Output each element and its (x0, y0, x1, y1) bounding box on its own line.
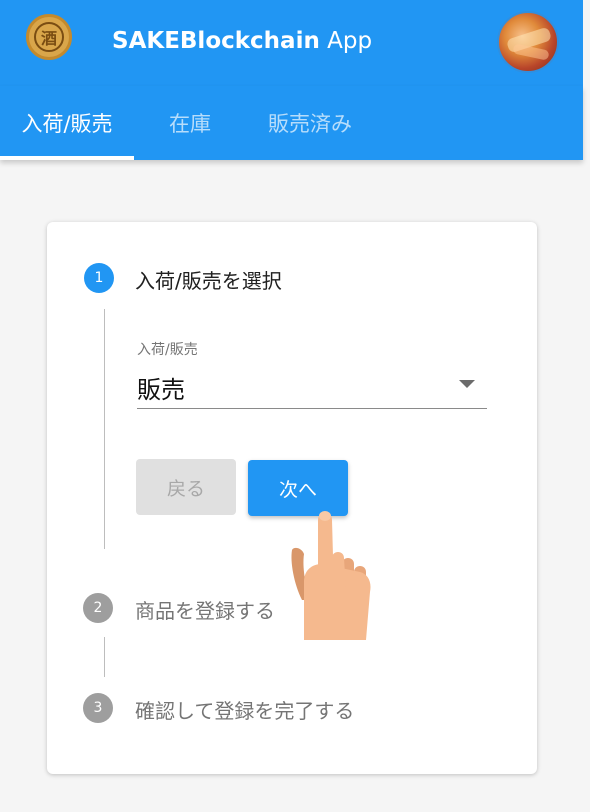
tab-sold[interactable]: 販売済み (250, 86, 370, 160)
arrival-sales-select[interactable]: 販売 (137, 364, 487, 409)
step-connector (104, 309, 105, 549)
app-logo[interactable]: 酒 (26, 14, 72, 60)
back-button-label: 戻る (166, 477, 205, 500)
pointing-hand-icon (291, 511, 371, 640)
step-number: 3 (93, 700, 103, 716)
active-tab-indicator (0, 156, 134, 160)
tab-label: 在庫 (169, 112, 211, 136)
app-title-rest: App (319, 28, 373, 54)
logo-glyph: 酒 (40, 29, 57, 48)
tab-bar: 入荷/販売 在庫 販売済み (0, 86, 583, 160)
step-1-indicator: 1 (84, 263, 114, 293)
step-connector (104, 637, 105, 677)
step-3-title: 確認して登録を完了する (135, 699, 355, 723)
app-title-bold: SAKEBlockchain (112, 28, 320, 54)
tab-label: 入荷/販売 (21, 112, 113, 136)
select-value: 販売 (137, 376, 185, 404)
step-3-indicator: 3 (83, 693, 113, 723)
tab-inventory[interactable]: 在庫 (150, 86, 230, 160)
app-bar: 酒 SAKEBlockchain App (0, 0, 583, 86)
step-2-title: 商品を登録する (135, 599, 275, 623)
tab-label: 販売済み (268, 112, 352, 136)
app-title: SAKEBlockchain App (112, 28, 372, 54)
step-2-indicator: 2 (83, 593, 113, 623)
step-1-title: 入荷/販売を選択 (135, 269, 282, 293)
user-avatar[interactable] (497, 11, 559, 73)
sake-logo-icon: 酒 (34, 22, 64, 52)
step-number: 2 (93, 600, 103, 616)
tab-arrival-sales[interactable]: 入荷/販売 (0, 86, 134, 160)
step-number: 1 (94, 270, 104, 286)
select-label: 入荷/販売 (137, 342, 198, 358)
caret-down-icon (459, 380, 475, 388)
back-button[interactable]: 戻る (136, 459, 236, 515)
